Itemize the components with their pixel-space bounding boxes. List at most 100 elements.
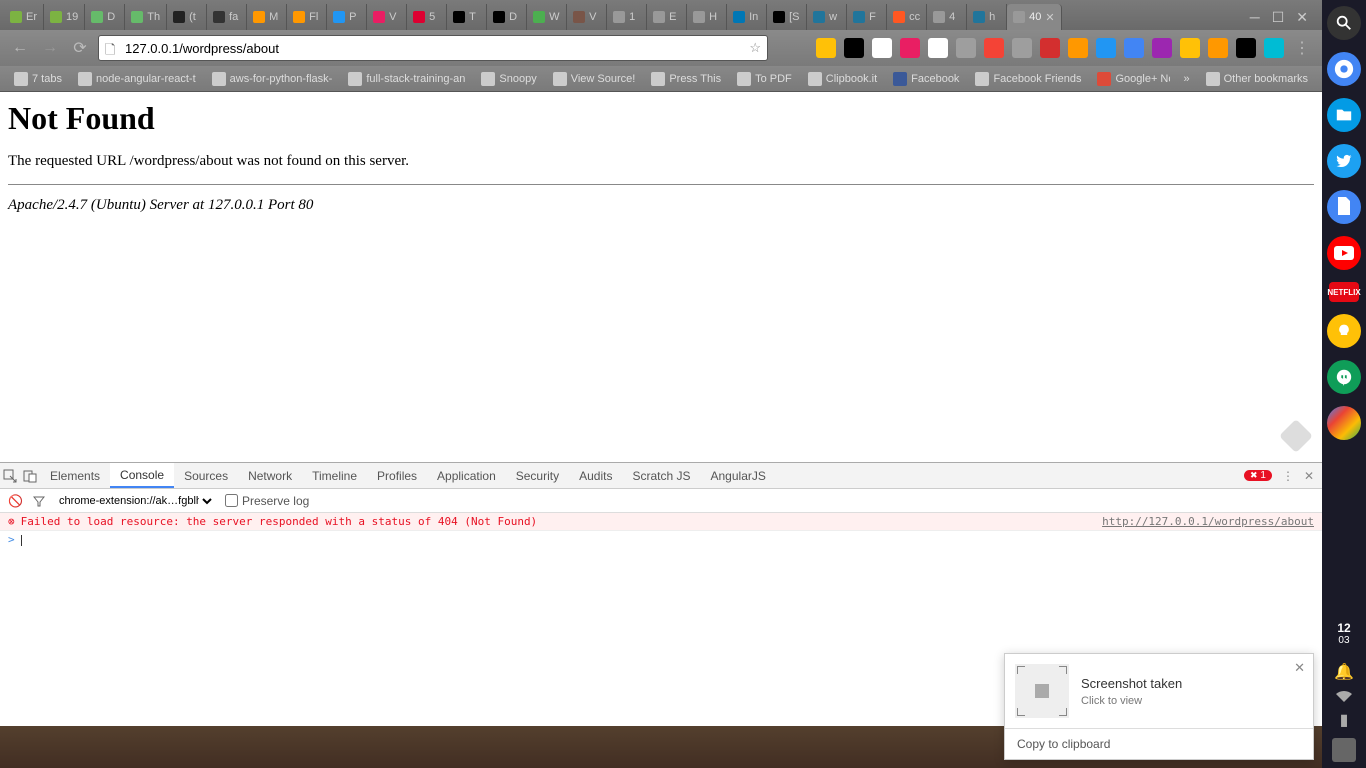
browser-tab[interactable]: V [567, 4, 607, 30]
extension-icon[interactable] [1040, 38, 1060, 58]
extension-icon[interactable] [1068, 38, 1088, 58]
battery-tray-icon[interactable]: ▮ [1340, 710, 1349, 730]
browser-tab[interactable]: Er [4, 4, 44, 30]
bookmark-item[interactable]: Press This [645, 70, 727, 88]
close-window-button[interactable]: ✕ [1296, 9, 1308, 26]
browser-tab[interactable]: 40✕ [1007, 4, 1061, 30]
docs-icon[interactable] [1327, 190, 1361, 224]
devtools-tab-profiles[interactable]: Profiles [367, 463, 427, 488]
browser-tab[interactable]: h [967, 4, 1007, 30]
system-clock[interactable]: 12 03 [1337, 618, 1350, 650]
browser-tab[interactable]: 19 [44, 4, 85, 30]
browser-tab[interactable]: V [367, 4, 407, 30]
bookmark-item[interactable]: Google+ Notification [1091, 70, 1169, 88]
browser-tab[interactable]: T [447, 4, 487, 30]
extension-icon[interactable] [1096, 38, 1116, 58]
bookmarks-overflow[interactable]: » [1178, 71, 1196, 87]
reload-button[interactable]: ⟳ [68, 36, 92, 60]
bookmark-item[interactable]: 7 tabs [8, 70, 68, 88]
filter-icon[interactable] [33, 495, 45, 507]
extension-icon[interactable] [816, 38, 836, 58]
chrome-menu-button[interactable]: ⋮ [1290, 36, 1314, 60]
devtools-tab-application[interactable]: Application [427, 463, 506, 488]
extension-icon[interactable] [1236, 38, 1256, 58]
browser-tab[interactable]: 1 [607, 4, 647, 30]
forward-button[interactable]: → [38, 36, 62, 60]
extension-icon[interactable] [984, 38, 1004, 58]
page-info-icon[interactable]: 🗋 [105, 41, 119, 55]
maximize-button[interactable]: ☐ [1272, 9, 1285, 26]
other-bookmarks[interactable]: Other bookmarks [1200, 70, 1314, 88]
extension-icon[interactable] [1264, 38, 1284, 58]
devtools-tab-network[interactable]: Network [238, 463, 302, 488]
devtools-tab-angularjs[interactable]: AngularJS [701, 463, 776, 488]
netflix-icon[interactable]: NETFLIX [1329, 282, 1359, 302]
devtools-tab-audits[interactable]: Audits [569, 463, 622, 488]
browser-tab[interactable]: W [527, 4, 567, 30]
bookmark-item[interactable]: full-stack-training-an [342, 70, 471, 88]
browser-tab[interactable]: P [327, 4, 367, 30]
notification-body[interactable]: Screenshot taken Click to view [1005, 654, 1313, 728]
browser-tab[interactable]: M [247, 4, 287, 30]
notifications-tray-icon[interactable]: 🔔 [1334, 662, 1354, 682]
devtools-tab-timeline[interactable]: Timeline [302, 463, 367, 488]
extension-icon[interactable] [872, 38, 892, 58]
devtools-tab-scratch-js[interactable]: Scratch JS [622, 463, 700, 488]
extension-icon[interactable] [928, 38, 948, 58]
browser-tab[interactable]: Th [125, 4, 167, 30]
back-button[interactable]: ← [8, 36, 32, 60]
search-icon[interactable] [1327, 6, 1361, 40]
twitter-icon[interactable] [1327, 144, 1361, 178]
extension-icon[interactable] [1124, 38, 1144, 58]
browser-tab[interactable]: D [487, 4, 527, 30]
console-prompt[interactable]: > [0, 531, 1322, 548]
address-bar[interactable]: 🗋 127.0.0.1/wordpress/about ☆ [98, 35, 768, 61]
browser-tab[interactable]: cc [887, 4, 927, 30]
toggle-device-icon[interactable] [20, 464, 40, 488]
browser-tab[interactable]: 4 [927, 4, 967, 30]
copy-to-clipboard-action[interactable]: Copy to clipboard [1005, 728, 1313, 759]
bookmark-star-icon[interactable]: ☆ [749, 40, 761, 56]
wifi-tray-icon[interactable] [1336, 690, 1352, 702]
bookmark-item[interactable]: aws-for-python-flask- [206, 70, 339, 88]
browser-tab[interactable]: F [847, 4, 887, 30]
drive-icon[interactable] [1327, 406, 1361, 440]
extension-icon[interactable] [1012, 38, 1032, 58]
minimize-button[interactable]: ─ [1250, 9, 1260, 26]
extension-icon[interactable] [900, 38, 920, 58]
preserve-log-checkbox[interactable]: Preserve log [225, 494, 309, 508]
inspect-element-icon[interactable] [0, 464, 20, 488]
browser-tab[interactable]: H [687, 4, 727, 30]
extension-icon[interactable] [844, 38, 864, 58]
extension-icon[interactable] [1152, 38, 1172, 58]
extension-icon[interactable] [1180, 38, 1200, 58]
feed-reader-icon[interactable] [1279, 419, 1313, 453]
browser-tab[interactable]: In [727, 4, 767, 30]
devtools-menu-icon[interactable]: ⋮ [1282, 469, 1294, 483]
browser-tab[interactable]: D [85, 4, 125, 30]
extension-icon[interactable] [956, 38, 976, 58]
console-error-source[interactable]: http://127.0.0.1/wordpress/about [1102, 515, 1314, 528]
bookmark-item[interactable]: View Source! [547, 70, 642, 88]
bookmark-item[interactable]: Facebook [887, 70, 965, 88]
bookmark-item[interactable]: Facebook Friends [969, 70, 1087, 88]
notification-close-icon[interactable]: ✕ [1294, 660, 1305, 676]
browser-tab[interactable]: [S [767, 4, 807, 30]
browser-tab[interactable]: fa [207, 4, 247, 30]
keep-icon[interactable] [1327, 314, 1361, 348]
extension-icon[interactable] [1208, 38, 1228, 58]
devtools-close-icon[interactable]: ✕ [1304, 469, 1314, 483]
bookmark-item[interactable]: Clipbook.it [802, 70, 883, 88]
close-tab-icon[interactable]: ✕ [1045, 11, 1054, 24]
browser-tab[interactable]: E [647, 4, 687, 30]
context-selector[interactable]: chrome-extension://ak…fgblhkl ▼ [55, 494, 215, 508]
browser-tab[interactable]: 5 [407, 4, 447, 30]
chrome-app-icon[interactable] [1327, 52, 1361, 86]
user-avatar-icon[interactable] [1332, 738, 1356, 762]
youtube-icon[interactable] [1327, 236, 1361, 270]
browser-tab[interactable]: Fl [287, 4, 327, 30]
devtools-tab-elements[interactable]: Elements [40, 463, 110, 488]
browser-tab[interactable]: (t [167, 4, 207, 30]
devtools-tab-console[interactable]: Console [110, 463, 174, 488]
error-count-badge[interactable]: ✖ 1 [1244, 470, 1272, 481]
